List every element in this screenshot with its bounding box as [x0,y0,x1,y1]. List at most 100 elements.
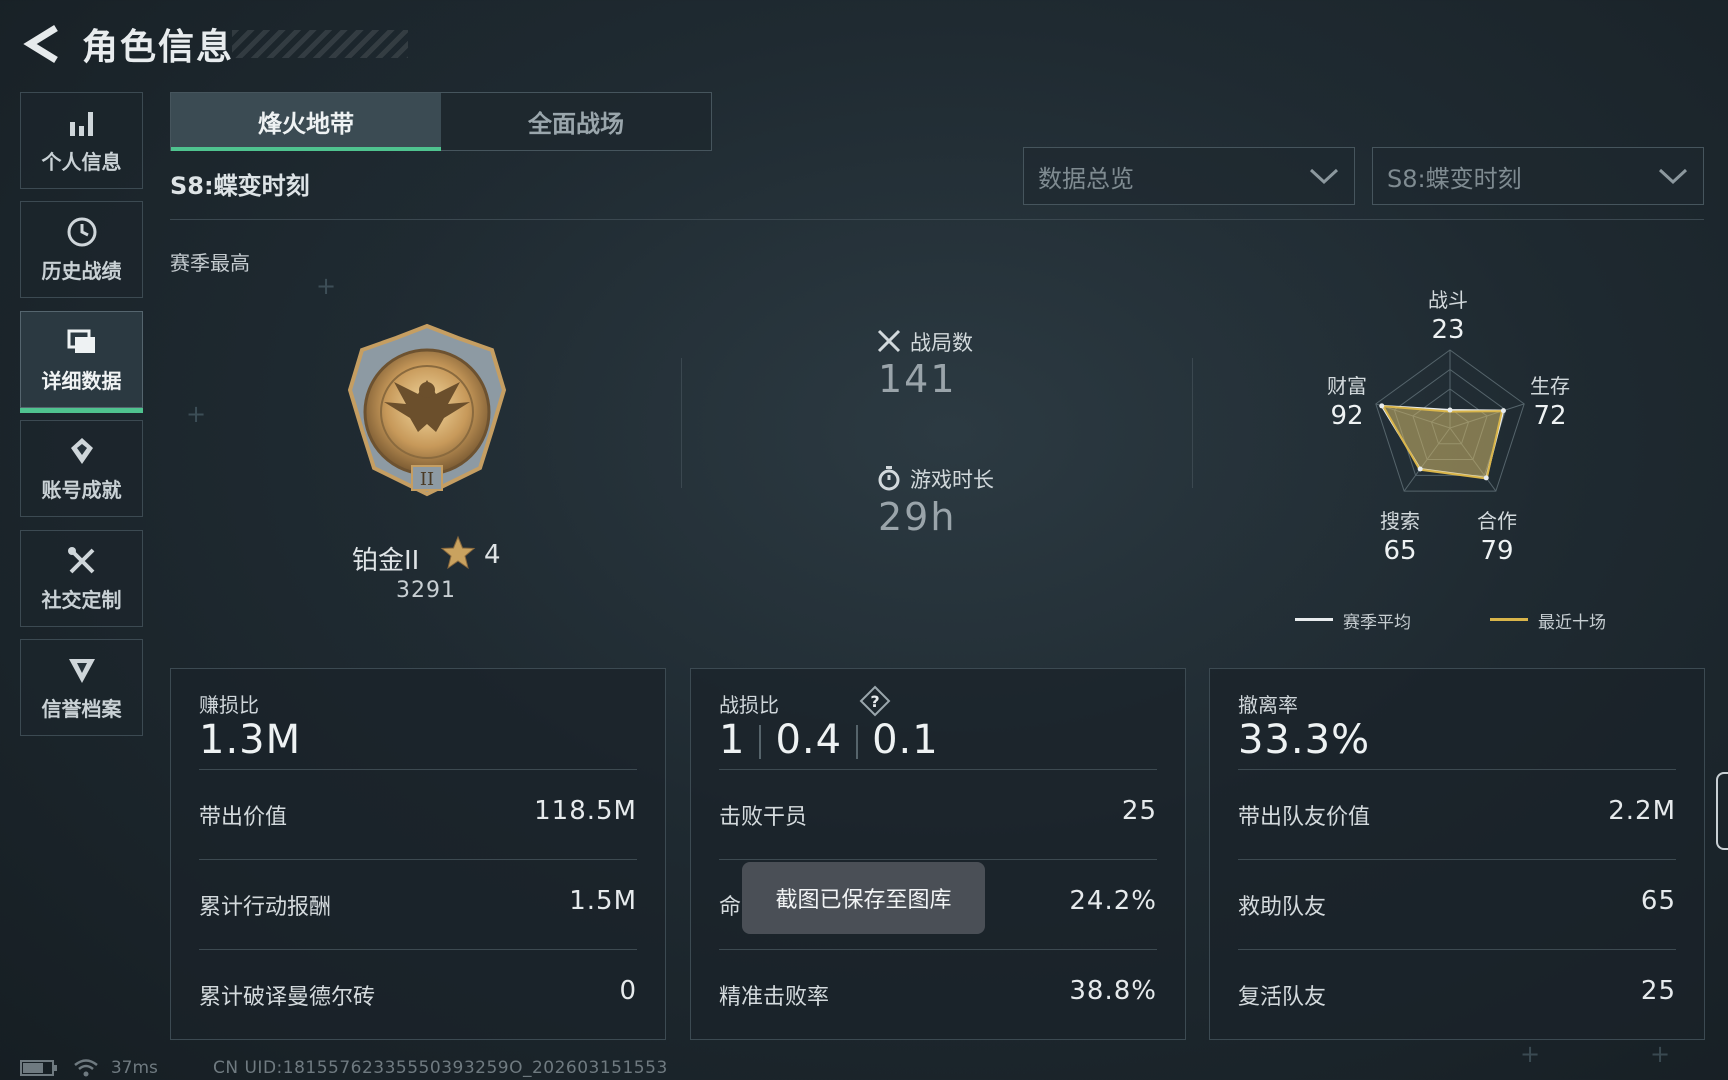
svg-text:?: ? [870,692,879,711]
deco-cross: + [1520,1040,1541,1068]
season-title: S8:蝶变时刻 [170,172,310,200]
row-value: 118.5M [534,796,637,826]
row-label: 救助队友 [1238,895,1327,920]
card-divider [719,949,1157,950]
card-divider [719,859,1157,860]
rank-medal-icon: II [347,323,507,497]
profit-ratio-value: 1.3M [199,717,302,763]
bar-chart-icon [69,112,93,136]
page-title: 角色信息 [82,27,235,68]
mode-tabs: 烽火地带 全面战场 [170,92,712,151]
dropdown-value: 数据总览 [1038,164,1134,193]
tools-icon [67,547,94,574]
row-value: 38.8% [1069,976,1157,1006]
row-label: 累计破译曼德尔砖 [199,985,376,1010]
radar-axis-label: 财富 [1327,374,1367,398]
row-label: 击败干员 [719,805,808,830]
radar-point [1483,475,1489,481]
radar-axis-value: 23 [1431,315,1465,345]
radar-axis-value: 72 [1533,401,1567,431]
achievement-icon [70,438,93,464]
category-dropdown[interactable]: 数据总览 [1023,147,1355,205]
deco-cross: + [316,272,337,300]
radar-series-recent-ten [1381,405,1504,480]
kd-value: 0.4 [775,717,843,763]
card-divider [1238,859,1676,860]
battery-icon [20,1060,57,1076]
playtime-value: 29h [878,495,957,539]
card-divider [719,769,1157,770]
sidebar-item-personal-info[interactable]: 个人信息 [20,92,143,189]
shield-v-icon [68,659,95,683]
sidebar-item-reputation[interactable]: 信誉档案 [20,639,143,736]
card-divider [199,769,637,770]
radar-axis-label: 搜索 [1380,509,1420,533]
wifi-icon [74,1059,99,1077]
sidebar-item-label: 信誉档案 [41,697,122,721]
row-value: 25 [1121,796,1157,826]
sidebar-item-achievements[interactable]: 账号成就 [20,420,143,517]
row-value: 24.2% [1069,886,1157,916]
row-value: 2.2M [1608,796,1676,826]
radar-axis-value: 79 [1480,536,1514,566]
stopwatch-icon [878,466,900,491]
toast-message: 截图已保存至图库 [742,862,985,934]
sidebar-item-social[interactable]: 社交定制 [20,530,143,627]
help-icon[interactable]: ? [859,685,891,717]
radar-axis-label: 合作 [1477,509,1517,533]
legend-swatch-season [1295,618,1333,621]
sidebar-item-detailed-data[interactable]: 详细数据 [20,311,143,413]
active-indicator [20,408,143,413]
history-clock-icon [67,217,96,247]
side-panel-handle[interactable] [1716,772,1728,850]
card-divider [1238,769,1676,770]
ping-value: 37ms [110,1058,158,1078]
kd-ratio: 1 0.4 0.1 [719,717,939,763]
sidebar-item-label: 历史战绩 [41,259,122,283]
deco-cross: + [186,400,207,428]
season-dropdown[interactable]: S8:蝶变时刻 [1372,147,1704,205]
card-divider [199,949,637,950]
row-value: 25 [1640,976,1676,1006]
matches-value: 141 [878,357,957,401]
row-label: 带出队友价值 [1238,805,1371,830]
sidebar-item-label: 详细数据 [41,369,122,393]
radar-axis-value: 92 [1330,401,1364,431]
radar-point [1500,408,1506,414]
extraction-rate-value: 33.3% [1238,717,1371,763]
svg-text:II: II [420,469,434,490]
rank-name: 铂金II [352,546,420,576]
radar-axis-label: 战斗 [1428,288,1468,312]
status-bar: 37ms [20,1058,158,1078]
ratio-separator [759,725,762,759]
kd-value: 1 [719,717,746,763]
row-value: 1.5M [569,886,637,916]
row-label: 复活队友 [1238,985,1327,1010]
matches-label: 战局数 [910,331,973,355]
radar-point [1417,466,1423,472]
extraction-card: 撤离率 33.3% 带出队友价值 2.2M 救助队友 65 复活队友 25 [1209,668,1705,1040]
row-label: 累计行动报酬 [199,895,332,920]
chevron-down-icon [1309,168,1339,185]
sidebar-item-history[interactable]: 历史战绩 [20,201,143,298]
kd-value: 0.1 [872,717,939,763]
user-uid: CN UID:18155762335550393259O_20260315155… [213,1058,668,1078]
row-value: 65 [1640,886,1676,916]
card-title: 战损比 [719,693,779,717]
legend-recent-ten: 最近十场 [1538,613,1606,633]
row-label: 命 [719,895,742,920]
rank-star-count: 4 [484,540,501,570]
profit-card: 赚损比 1.3M 带出价值 118.5M 累计行动报酬 1.5M 累计破译曼德尔… [170,668,666,1040]
row-value: 0 [619,976,637,1006]
section-divider [170,219,1704,220]
radar-point [1447,407,1453,413]
sidebar-item-label: 个人信息 [41,150,122,174]
playtime-label: 游戏时长 [910,468,994,492]
back-arrow-icon[interactable] [22,22,62,66]
column-divider [1192,358,1193,488]
deco-cross: + [1650,1040,1671,1068]
row-label: 带出价值 [199,805,288,830]
tab-warzone[interactable]: 烽火地带 [171,93,441,151]
tab-full-battlefield[interactable]: 全面战场 [441,93,711,150]
title-decoration [232,30,408,58]
